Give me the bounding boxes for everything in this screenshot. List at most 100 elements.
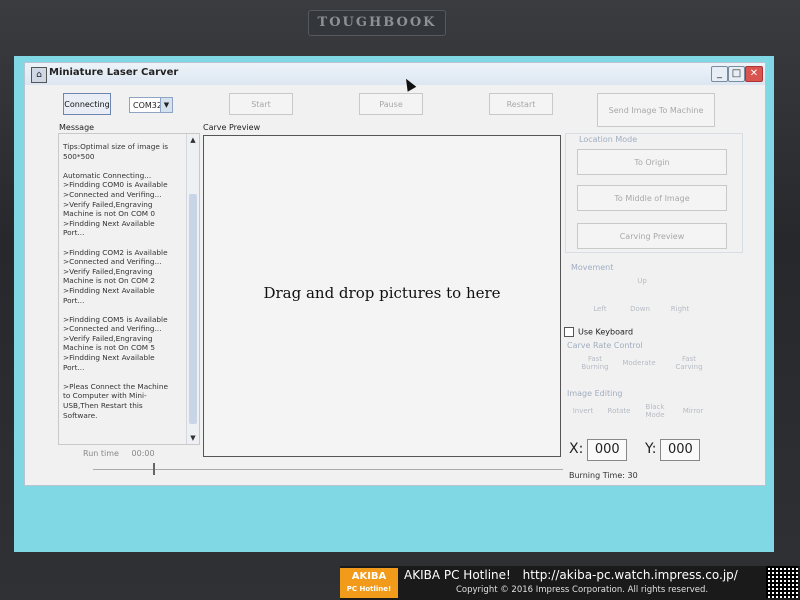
progress-slider-track[interactable] — [93, 469, 563, 470]
message-line — [63, 372, 181, 382]
black-mode-button[interactable]: Black Mode — [637, 403, 673, 419]
message-log-text: Tips:Optimal size of image is 500*500 Aut… — [63, 142, 181, 420]
message-line: >Verify Failed,Engraving — [63, 199, 153, 209]
image-editing-title: Image Editing — [567, 389, 623, 398]
message-line: Port... — [63, 228, 85, 238]
message-line: Software. — [63, 410, 98, 420]
moderate-button[interactable]: Moderate — [621, 359, 657, 367]
window-title: Miniature Laser Carver — [49, 67, 179, 78]
connect-button[interactable]: Connecting — [63, 93, 111, 115]
watermark-logo-line2: PC Hotline! — [346, 585, 392, 593]
message-line: >Findding Next Available — [63, 353, 155, 363]
carve-preview-dropzone[interactable]: Drag and drop pictures to here — [203, 135, 561, 457]
carve-rate-title: Carve Rate Control — [567, 341, 643, 350]
watermark-logo-line1: AKIBA — [351, 571, 387, 582]
fast-burning-button[interactable]: Fast Burning — [577, 355, 613, 371]
message-line: >Verify Failed,Engraving — [63, 333, 153, 343]
message-line: >Findding Next Available — [63, 218, 155, 228]
move-down-button[interactable]: Down — [625, 305, 655, 313]
laptop-bezel: TOUGHBOOK ⌂ Miniature Laser Carver _ □ ✕… — [0, 0, 800, 600]
brand-logo: TOUGHBOOK — [308, 10, 446, 36]
run-time-value: 00:00 — [131, 449, 155, 458]
to-origin-button[interactable]: To Origin — [577, 149, 727, 175]
y-coordinate: Y: 000 — [645, 439, 701, 461]
message-line: to Computer with Mini- — [63, 391, 147, 401]
scroll-thumb[interactable] — [189, 194, 197, 424]
message-line — [63, 238, 181, 248]
message-line: Tips:Optimal size of image is — [63, 142, 169, 151]
start-button[interactable]: Start — [229, 93, 293, 115]
use-keyboard-checkbox[interactable]: Use Keyboard — [564, 327, 633, 337]
rotate-button[interactable]: Rotate — [601, 407, 637, 415]
chevron-down-icon[interactable]: ▼ — [160, 98, 172, 112]
burning-time: Burning Time: 30 — [569, 471, 638, 480]
close-button[interactable]: ✕ — [745, 66, 763, 82]
port-select-value: COM32 — [133, 101, 162, 110]
watermark-logo: AKIBA PC Hotline! — [340, 568, 398, 598]
watermark-url: http://akiba-pc.watch.impress.co.jp/ — [522, 568, 738, 582]
restart-button[interactable]: Restart — [489, 93, 553, 115]
message-line: Machine is not On COM 0 — [63, 209, 156, 219]
message-panel-title: Message — [59, 123, 95, 132]
message-line — [63, 161, 181, 171]
send-image-button[interactable]: Send Image To Machine — [597, 93, 715, 127]
message-line: Machine is not On COM 2 — [63, 276, 156, 286]
run-time: Run time 00:00 — [83, 449, 155, 458]
y-value: 000 — [660, 439, 701, 461]
preview-title: Carve Preview — [203, 123, 261, 132]
x-label: X: — [569, 441, 584, 457]
app-icon: ⌂ — [31, 67, 47, 83]
scroll-down-icon[interactable]: ▼ — [187, 432, 199, 444]
y-label: Y: — [645, 441, 657, 457]
scroll-up-icon[interactable]: ▲ — [187, 134, 199, 146]
x-value: 000 — [587, 439, 628, 461]
qr-code-icon — [766, 566, 798, 598]
burning-time-value: 30 — [627, 471, 638, 480]
port-select[interactable]: COM32 ▼ — [129, 97, 173, 113]
move-left-button[interactable]: Left — [585, 305, 615, 313]
message-line: >Pleas Connect the Machine — [63, 381, 168, 391]
to-middle-button[interactable]: To Middle of Image — [577, 185, 727, 211]
message-line: >Findding COM0 is Available — [63, 180, 168, 190]
message-line: >Connected and Verifing... — [63, 324, 162, 334]
watermark-site: AKIBA PC Hotline! http://akiba-pc.watch.… — [404, 568, 738, 582]
move-up-button[interactable]: Up — [627, 277, 657, 285]
carving-preview-button[interactable]: Carving Preview — [577, 223, 727, 249]
message-line: >Findding COM5 is Available — [63, 314, 168, 324]
watermark-site-name: AKIBA PC Hotline! — [404, 568, 511, 582]
drop-message: Drag and drop pictures to here — [263, 284, 501, 302]
progress-slider-thumb[interactable] — [153, 463, 155, 475]
message-scrollbar[interactable]: ▲ ▼ — [186, 134, 199, 444]
message-line: USB,Then Restart this — [63, 401, 143, 411]
app-window: ⌂ Miniature Laser Carver _ □ ✕ Connectin… — [24, 62, 766, 486]
maximize-button[interactable]: □ — [728, 66, 745, 82]
message-line: 500*500 — [63, 151, 95, 161]
title-bar[interactable]: ⌂ Miniature Laser Carver _ □ ✕ — [25, 63, 765, 85]
fast-carving-button[interactable]: Fast Carving — [671, 355, 707, 371]
message-line: >Findding COM2 is Available — [63, 247, 168, 257]
message-line: Port... — [63, 362, 85, 372]
checkbox-box[interactable] — [564, 327, 574, 337]
message-line — [63, 305, 181, 315]
message-log[interactable]: Tips:Optimal size of image is 500*500 Aut… — [58, 133, 200, 445]
minimize-button[interactable]: _ — [711, 66, 728, 82]
use-keyboard-label: Use Keyboard — [578, 327, 634, 337]
invert-button[interactable]: Invert — [565, 407, 601, 415]
location-mode-title: Location Mode — [577, 135, 640, 144]
x-coordinate: X: 000 — [569, 439, 628, 461]
movement-title: Movement — [571, 263, 614, 272]
move-right-button[interactable]: Right — [665, 305, 695, 313]
message-line: Machine is not On COM 5 — [63, 343, 156, 353]
message-line: Port... — [63, 295, 85, 305]
message-line: >Findding Next Available — [63, 285, 155, 295]
message-line: >Verify Failed,Engraving — [63, 266, 153, 276]
mirror-button[interactable]: Mirror — [675, 407, 711, 415]
run-time-label: Run time — [83, 449, 119, 458]
burning-time-label: Burning Time: — [569, 471, 625, 480]
watermark-copyright: Copyright © 2016 Impress Corporation. Al… — [456, 585, 709, 595]
message-line: >Connected and Verifing... — [63, 189, 162, 199]
screen: ⌂ Miniature Laser Carver _ □ ✕ Connectin… — [14, 56, 774, 552]
message-line: Automatic Connecting... — [63, 170, 152, 180]
pause-button[interactable]: Pause — [359, 93, 423, 115]
message-line: >Connected and Verifing... — [63, 257, 162, 267]
